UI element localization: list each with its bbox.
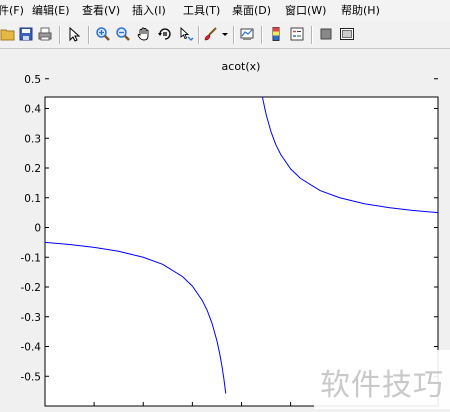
watermark: 软件技巧	[314, 350, 450, 409]
toolbar-separator	[311, 26, 313, 44]
y-tick-label: -0.5	[21, 371, 42, 383]
arrow-select-icon[interactable]	[66, 26, 82, 42]
toolbar-separator	[233, 26, 235, 44]
data-cursor-icon[interactable]	[178, 26, 194, 42]
zoom-out-icon[interactable]	[115, 26, 131, 42]
menu-view[interactable]: 查看(V)	[82, 4, 120, 18]
menu-window[interactable]: 窗口(W)	[285, 4, 326, 18]
toolbar-separator	[261, 26, 263, 44]
y-tick-label: 0.4	[24, 104, 41, 116]
y-tick-label: 0.3	[24, 133, 41, 145]
rotate-3d-icon[interactable]	[157, 26, 173, 42]
y-tick-label: 0	[34, 223, 41, 235]
legend-icon[interactable]	[289, 26, 305, 42]
menu-bar: 件(F) 编辑(E) 查看(V) 插入(I) 工具(T) 桌面(D) 窗口(W)…	[0, 0, 450, 23]
chevron-down-icon[interactable]	[220, 26, 230, 42]
open-folder-icon[interactable]	[0, 26, 16, 42]
colorbar-icon[interactable]	[268, 26, 284, 42]
menu-help[interactable]: 帮助(H)	[341, 4, 380, 18]
menu-insert[interactable]: 插入(I)	[132, 4, 166, 18]
y-tick-label: -0.3	[21, 312, 42, 324]
watermark-text: 软件技巧	[320, 368, 444, 403]
y-tick-label: 0.5	[24, 74, 41, 86]
pan-hand-icon[interactable]	[136, 26, 152, 42]
y-tick-label: 0.2	[24, 163, 41, 175]
y-tick-label: -0.4	[21, 342, 42, 354]
menu-edit[interactable]: 编辑(E)	[32, 4, 70, 18]
toolbar-separator	[198, 26, 200, 44]
save-icon[interactable]	[18, 26, 34, 42]
hide-plot-tools-icon[interactable]	[318, 26, 334, 42]
menu-file[interactable]: 件(F)	[0, 4, 24, 18]
y-tick-label: -0.2	[21, 282, 42, 294]
chart-title: acot(x)	[222, 60, 261, 73]
y-tick-label: -0.1	[21, 252, 42, 264]
menu-tools[interactable]: 工具(T)	[183, 4, 220, 18]
y-tick-label: 0.1	[24, 193, 41, 205]
zoom-in-icon[interactable]	[95, 26, 111, 42]
brush-icon[interactable]	[203, 26, 219, 42]
link-plot-icon[interactable]	[239, 26, 255, 42]
toolbar-separator	[88, 26, 90, 44]
show-plot-tools-icon[interactable]	[339, 26, 355, 42]
figure-toolbar	[0, 22, 450, 49]
toolbar-separator	[59, 26, 61, 44]
menu-desktop[interactable]: 桌面(D)	[232, 4, 271, 18]
print-icon[interactable]	[37, 26, 53, 42]
